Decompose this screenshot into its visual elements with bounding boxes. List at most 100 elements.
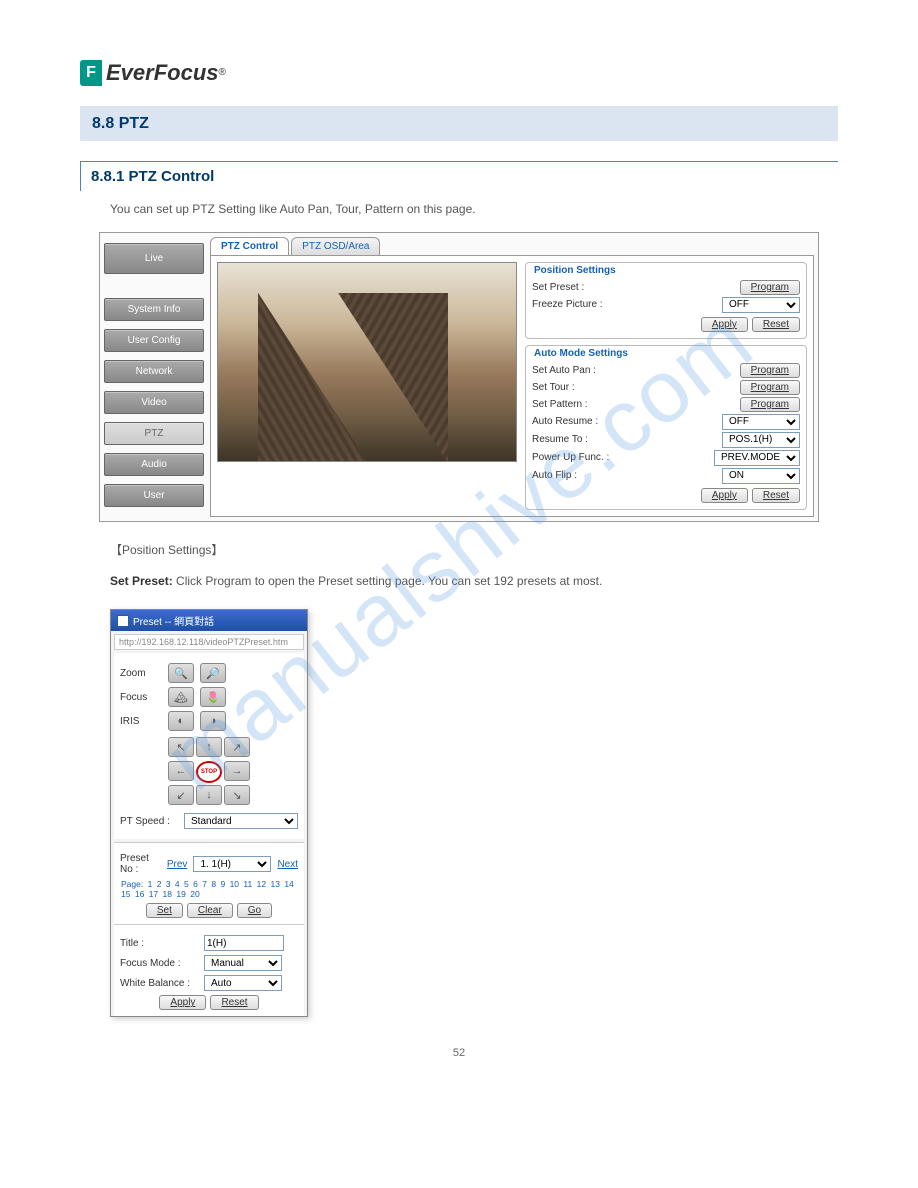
resume-to-select[interactable]: POS.1(H) [722, 432, 800, 448]
automode-reset-button[interactable]: Reset [752, 488, 800, 503]
position-reset-button[interactable]: Reset [752, 317, 800, 332]
page-16[interactable]: 16 [135, 889, 144, 899]
freeze-picture-select[interactable]: OFF [722, 297, 800, 313]
preset-explain-text: Click Program to open the Preset setting… [176, 574, 602, 588]
sidebar-item-userconfig[interactable]: User Config [104, 329, 204, 352]
stop-button[interactable]: STOP [196, 761, 222, 783]
page-17[interactable]: 17 [149, 889, 158, 899]
page-20[interactable]: 20 [190, 889, 199, 899]
page-13[interactable]: 13 [270, 879, 279, 889]
focus-label: Focus [120, 692, 162, 703]
popup-url: http://192.168.12.118/videoPTZPreset.htm [114, 634, 304, 650]
set-auto-pan-button[interactable]: Program [740, 363, 800, 378]
subsection-title: 8.8.1 PTZ Control [80, 161, 838, 191]
zoom-in-icon[interactable]: 🔍 [168, 663, 194, 683]
preset-explain-label: Set Preset: [110, 574, 173, 588]
automode-apply-button[interactable]: Apply [701, 488, 748, 503]
page-9[interactable]: 9 [220, 879, 225, 889]
focus-mode-select[interactable]: Manual [204, 955, 282, 971]
page-12[interactable]: 12 [257, 879, 266, 889]
logo-registered: ® [219, 67, 226, 78]
set-tour-button[interactable]: Program [740, 380, 800, 395]
auto-resume-label: Auto Resume : [532, 416, 722, 427]
tabs: PTZ Control PTZ OSD/Area [210, 237, 814, 255]
preset-explain: Set Preset: Click Program to open the Pr… [110, 573, 808, 590]
logo-icon [80, 60, 102, 86]
sidebar: Live System Info User Config Network Vid… [104, 237, 204, 517]
page-19[interactable]: 19 [176, 889, 185, 899]
iris-close-icon[interactable]: ◑ [200, 711, 226, 731]
window-icon [117, 615, 129, 627]
logo: EverFocus® [80, 60, 838, 86]
page-8[interactable]: 8 [211, 879, 216, 889]
pt-speed-select[interactable]: Standard [184, 813, 298, 829]
zoom-out-icon[interactable]: 🔎 [200, 663, 226, 683]
sidebar-item-video[interactable]: Video [104, 391, 204, 414]
sidebar-item-user[interactable]: User [104, 484, 204, 507]
go-button[interactable]: Go [237, 903, 272, 918]
set-tour-label: Set Tour : [532, 382, 740, 393]
set-auto-pan-label: Set Auto Pan : [532, 365, 740, 376]
page-11[interactable]: 11 [243, 879, 252, 889]
page-2[interactable]: 2 [157, 879, 162, 889]
auto-mode-legend: Auto Mode Settings [534, 348, 800, 359]
set-button[interactable]: Set [146, 903, 183, 918]
resume-to-label: Resume To : [532, 434, 722, 445]
next-link[interactable]: Next [277, 859, 298, 870]
page-6[interactable]: 6 [193, 879, 198, 889]
page-10[interactable]: 10 [230, 879, 239, 889]
arrow-right-icon[interactable]: → [224, 761, 250, 781]
auto-mode-settings-group: Auto Mode Settings Set Auto Pan :Program… [525, 345, 807, 510]
arrow-up-icon[interactable]: ↑ [196, 737, 222, 757]
clear-button[interactable]: Clear [187, 903, 233, 918]
page-18[interactable]: 18 [163, 889, 172, 899]
preset-no-select[interactable]: 1. 1(H) [193, 856, 271, 872]
page-7[interactable]: 7 [202, 879, 207, 889]
page-15[interactable]: 15 [121, 889, 130, 899]
iris-open-icon[interactable]: ◐ [168, 711, 194, 731]
auto-flip-select[interactable]: ON [722, 468, 800, 484]
title-input[interactable] [204, 935, 284, 951]
page-1[interactable]: 1 [148, 879, 153, 889]
arrow-down-left-icon[interactable]: ↙ [168, 785, 194, 805]
arrow-up-left-icon[interactable]: ↖ [168, 737, 194, 757]
sidebar-item-network[interactable]: Network [104, 360, 204, 383]
page-label: Page: [121, 879, 143, 889]
tab-ptz-control[interactable]: PTZ Control [210, 237, 289, 255]
zoom-label: Zoom [120, 668, 162, 679]
section-header: 8.8 PTZ [80, 106, 838, 141]
power-up-select[interactable]: PREV.MODE [714, 450, 800, 466]
focus-far-icon[interactable]: 🏔 [168, 687, 194, 707]
white-balance-select[interactable]: Auto [204, 975, 282, 991]
focus-near-icon[interactable]: 🌷 [200, 687, 226, 707]
direction-pad: ↖ ↑ ↗ ← STOP → ↙ ↓ ↘ [120, 737, 298, 807]
page-5[interactable]: 5 [184, 879, 189, 889]
preset-no-label: Preset No : [120, 853, 161, 875]
position-apply-button[interactable]: Apply [701, 317, 748, 332]
sidebar-item-live[interactable]: Live [104, 243, 204, 274]
sidebar-item-ptz[interactable]: PTZ [104, 422, 204, 445]
popup-title-text: Preset -- 網頁對話 [133, 613, 214, 628]
set-pattern-button[interactable]: Program [740, 397, 800, 412]
arrow-down-right-icon[interactable]: ↘ [224, 785, 250, 805]
popup-reset-button[interactable]: Reset [210, 995, 258, 1010]
main-screenshot: Live System Info User Config Network Vid… [99, 232, 819, 522]
sidebar-item-systeminfo[interactable]: System Info [104, 298, 204, 321]
set-preset-label: Set Preset : [532, 282, 740, 293]
set-preset-program-button[interactable]: Program [740, 280, 800, 295]
popup-apply-button[interactable]: Apply [159, 995, 206, 1010]
arrow-up-right-icon[interactable]: ↗ [224, 737, 250, 757]
page-3[interactable]: 3 [166, 879, 171, 889]
page-14[interactable]: 14 [284, 879, 293, 889]
sidebar-item-audio[interactable]: Audio [104, 453, 204, 476]
tab-ptz-osd-area[interactable]: PTZ OSD/Area [291, 237, 380, 255]
title-label: Title : [120, 938, 198, 949]
auto-resume-select[interactable]: OFF [722, 414, 800, 430]
page-number: 52 [80, 1047, 838, 1059]
arrow-down-icon[interactable]: ↓ [196, 785, 222, 805]
logo-text: EverFocus [106, 60, 219, 85]
prev-link[interactable]: Prev [167, 859, 188, 870]
arrow-left-icon[interactable]: ← [168, 761, 194, 781]
pt-speed-label: PT Speed : [120, 816, 178, 827]
page-4[interactable]: 4 [175, 879, 180, 889]
